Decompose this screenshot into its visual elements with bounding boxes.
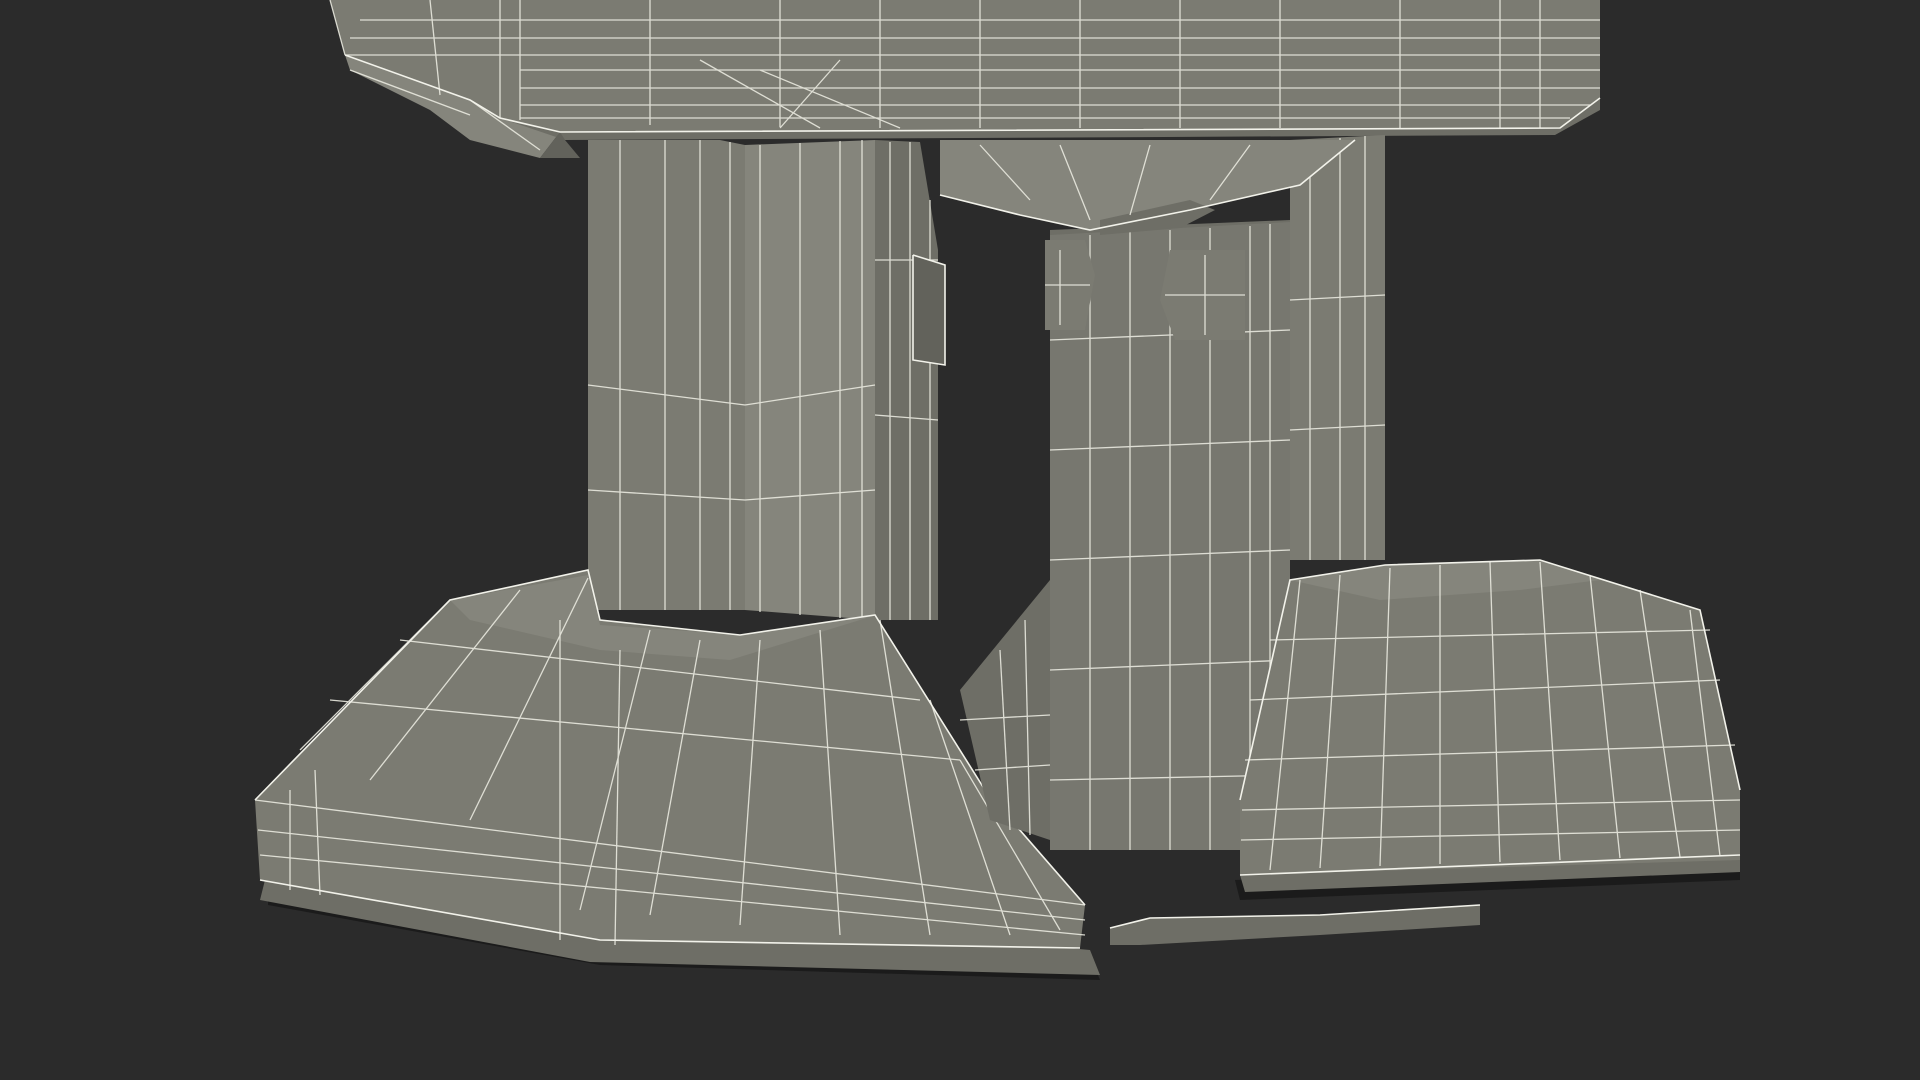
- left-foot: [254, 569, 1100, 980]
- left-leg-column: [587, 140, 946, 620]
- right-foot: [1235, 559, 1741, 900]
- wireframe-render: [254, 0, 1741, 980]
- top-body: [329, 0, 1601, 158]
- base-plate: [1109, 904, 1481, 945]
